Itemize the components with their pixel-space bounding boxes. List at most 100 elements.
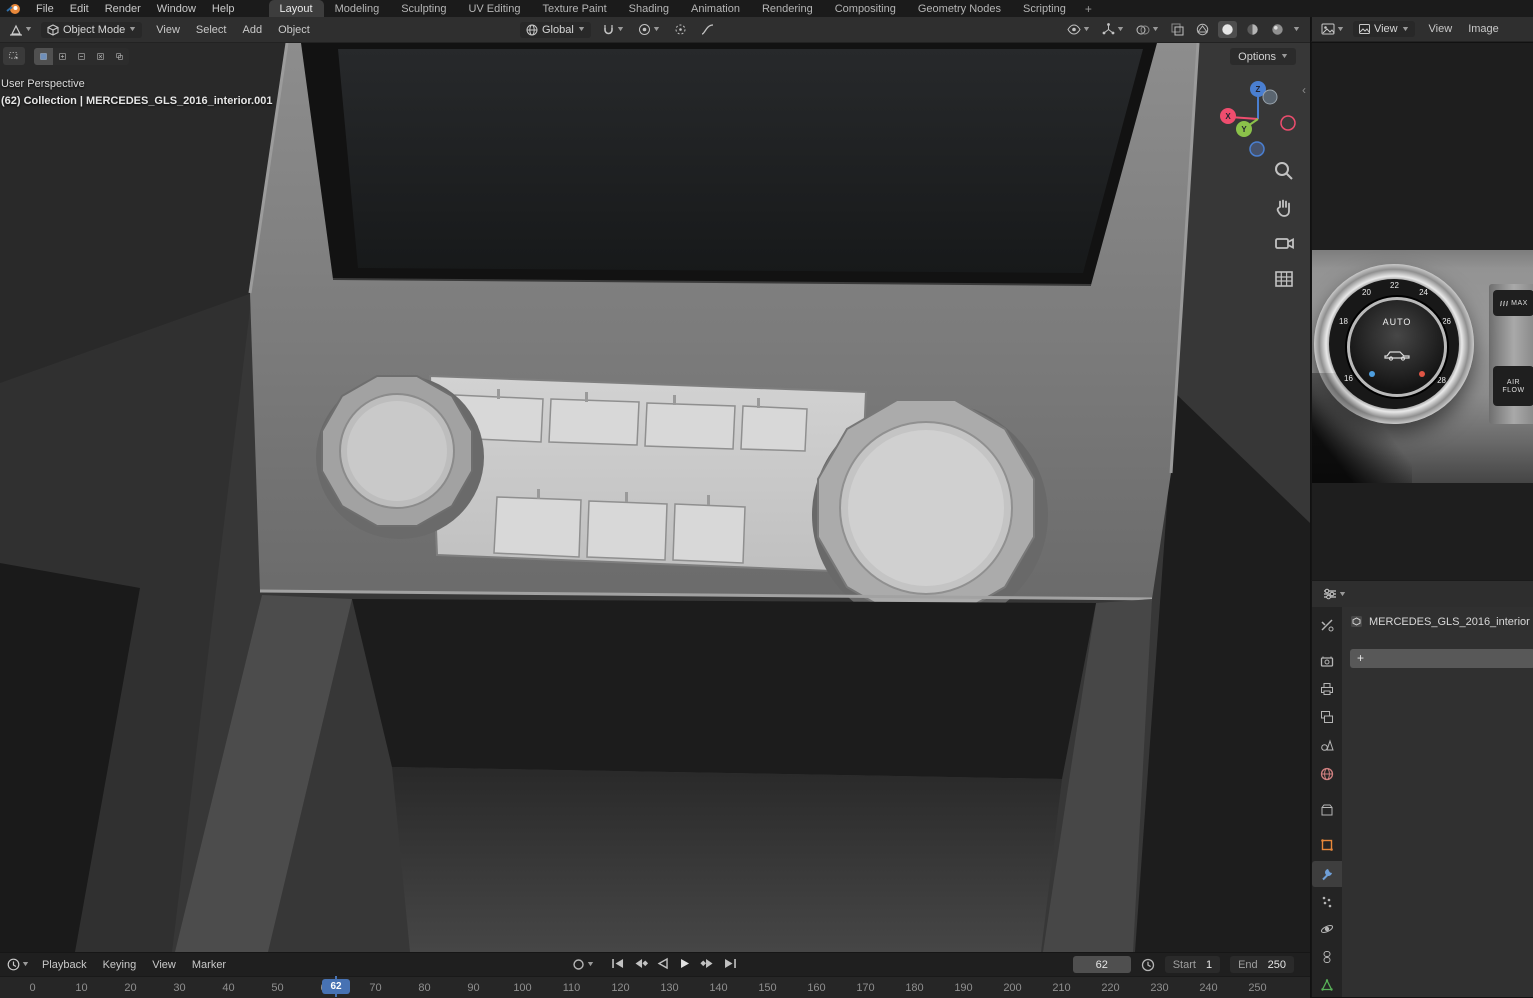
dial-18: 18 — [1339, 317, 1348, 326]
select-box-tool-icon[interactable] — [3, 47, 25, 65]
shading-wireframe-icon[interactable] — [1193, 21, 1212, 38]
pan-hand-icon[interactable] — [1272, 195, 1296, 222]
workspace-tab[interactable]: Sculpting — [390, 0, 457, 17]
zoom-icon[interactable] — [1272, 159, 1296, 186]
falloff-icon[interactable] — [698, 21, 717, 38]
properties-tab-view-layer[interactable] — [1312, 704, 1342, 730]
topbar-menu[interactable]: File — [28, 1, 62, 17]
editor-type-3d-viewport-icon[interactable]: ▼ — [6, 22, 35, 38]
shading-material-icon[interactable] — [1243, 21, 1262, 38]
start-frame-field[interactable]: Start 1 — [1164, 956, 1221, 973]
properties-tab-object-data[interactable] — [1312, 972, 1342, 998]
topbar-menu[interactable]: Help — [204, 1, 243, 17]
use-preview-range-clock-icon[interactable] — [1141, 958, 1155, 972]
end-frame-value: 250 — [1267, 958, 1286, 971]
auto-keying-icon[interactable]: ▼ — [569, 956, 597, 973]
transform-orientation-dropdown[interactable]: Global ▼ — [520, 21, 591, 38]
properties-tab-object[interactable] — [1312, 832, 1342, 858]
timeline-ruler[interactable]: 0102030405060708090100110120130140150160… — [0, 977, 1310, 998]
viewport-menu[interactable]: Object — [270, 22, 318, 38]
properties-tab-render[interactable] — [1312, 648, 1342, 674]
current-frame-field[interactable]: 62 — [1072, 956, 1131, 973]
camera-view-icon[interactable] — [1272, 231, 1296, 258]
properties-tab-world[interactable] — [1312, 761, 1342, 787]
image-editor-header: ▼ View ▼ View Image — [1311, 17, 1533, 42]
topbar-menu[interactable]: Edit — [62, 1, 97, 17]
shading-rendered-icon[interactable] — [1268, 21, 1287, 38]
3d-viewport[interactable]: Options ▼ ‹ User Perspective (62) Collec… — [0, 43, 1310, 952]
timeline-menu[interactable]: Playback — [34, 957, 95, 973]
image-editor-menu[interactable]: Image — [1460, 21, 1507, 37]
workspace-tab[interactable]: Shading — [618, 0, 680, 17]
pivot-point-icon[interactable] — [671, 21, 690, 38]
viewport-menu[interactable]: Select — [188, 22, 235, 38]
workspace-tab[interactable]: Animation — [680, 0, 751, 17]
select-extend-icon[interactable] — [53, 48, 72, 65]
image-editor-canvas[interactable]: MAX AIR FLOW 22 20 24 18 26 16 28 AUT — [1311, 43, 1533, 580]
workspace-tab[interactable]: Scripting — [1012, 0, 1077, 17]
chevron-down-icon: ▼ — [615, 26, 625, 33]
play-button[interactable] — [675, 956, 695, 974]
playhead-frame-badge[interactable]: 62 — [322, 979, 350, 994]
properties-tab-constraints[interactable] — [1312, 944, 1342, 970]
select-set-icon[interactable] — [34, 47, 53, 65]
workspace-tab[interactable]: Rendering — [751, 0, 824, 17]
chevron-down-icon: ▼ — [1280, 53, 1290, 60]
navigation-gizmo[interactable]: Z X Y — [1210, 71, 1306, 167]
timeline-menu[interactable]: View — [144, 957, 184, 973]
workspace-tab[interactable]: UV Editing — [457, 0, 531, 17]
properties-tab-output[interactable] — [1312, 676, 1342, 702]
properties-breadcrumb[interactable]: MERCEDES_GLS_2016_interior — [1350, 615, 1533, 628]
chevron-down-icon[interactable]: ▼ — [1292, 26, 1301, 33]
jump-to-end-button[interactable] — [720, 956, 741, 974]
mode-dropdown[interactable]: Object Mode ▼ — [40, 21, 143, 38]
workspace-tab[interactable]: Compositing — [824, 0, 907, 17]
topbar: File Edit Render Window Help Layout Modeling S… — [0, 0, 1533, 18]
gizmo-toggle-icon[interactable]: ▼ — [1099, 21, 1127, 38]
shading-solid-icon[interactable] — [1218, 21, 1238, 38]
snap-magnet-icon[interactable]: ▼ — [599, 21, 627, 38]
visibility-eye-icon[interactable]: ▼ — [1064, 22, 1093, 37]
overlays-toggle-icon[interactable]: ▼ — [1133, 22, 1162, 38]
properties-tab-particles[interactable] — [1312, 889, 1342, 915]
properties-tab-collection[interactable] — [1312, 797, 1342, 823]
previous-keyframe-button[interactable] — [630, 956, 651, 974]
topbar-menu[interactable]: Render — [97, 1, 149, 17]
topbar-menu[interactable]: Window — [149, 1, 204, 17]
timeline-menu[interactable]: Marker — [184, 957, 234, 973]
proportional-editing-icon[interactable]: ▼ — [635, 21, 663, 38]
properties-tab-modifiers[interactable] — [1312, 861, 1342, 887]
properties-tab-physics[interactable] — [1312, 916, 1342, 942]
viewport-menu[interactable]: View — [148, 22, 188, 38]
image-mode-dropdown[interactable]: View ▼ — [1352, 21, 1415, 37]
properties-tab-tool[interactable] — [1312, 612, 1342, 638]
workspace-tab[interactable]: Geometry Nodes — [907, 0, 1012, 17]
viewport-menu[interactable]: Add — [234, 22, 270, 38]
select-intersect-icon[interactable] — [110, 48, 129, 65]
next-keyframe-button[interactable] — [697, 956, 718, 974]
editor-type-image-icon[interactable]: ▼ — [1318, 21, 1347, 37]
blender-logo-icon[interactable] — [6, 3, 22, 15]
play-reverse-button[interactable] — [653, 956, 673, 974]
timeline-menu[interactable]: Keying — [95, 957, 145, 973]
select-invert-icon[interactable] — [91, 48, 110, 65]
end-frame-field[interactable]: End 250 — [1230, 956, 1294, 973]
workspace-tab[interactable]: Texture Paint — [531, 0, 617, 17]
orthographic-grid-icon[interactable] — [1272, 267, 1296, 294]
image-editor-menu[interactable]: View — [1421, 21, 1461, 37]
viewport-header: ▼ Object Mode ▼ View Select Add Object Glob… — [0, 17, 1310, 43]
select-subtract-icon[interactable] — [72, 48, 91, 65]
ruler-number: 20 — [124, 981, 137, 994]
add-workspace-button[interactable]: + — [1077, 2, 1100, 16]
jump-to-start-button[interactable] — [607, 956, 628, 974]
add-modifier-button[interactable]: + — [1350, 649, 1533, 668]
editor-type-properties-icon[interactable]: ▼ — [1320, 586, 1349, 602]
properties-tab-scene[interactable] — [1312, 732, 1342, 758]
car-recirculation-icon — [1382, 347, 1412, 361]
editor-type-timeline-icon[interactable]: ▼ — [4, 956, 32, 973]
xray-toggle-icon[interactable] — [1168, 21, 1187, 38]
workspace-tab[interactable]: Modeling — [324, 0, 391, 17]
workspace-tab[interactable]: Layout — [268, 0, 324, 17]
ruler-number: 210 — [1052, 981, 1071, 994]
options-button[interactable]: Options ▼ — [1230, 48, 1296, 65]
